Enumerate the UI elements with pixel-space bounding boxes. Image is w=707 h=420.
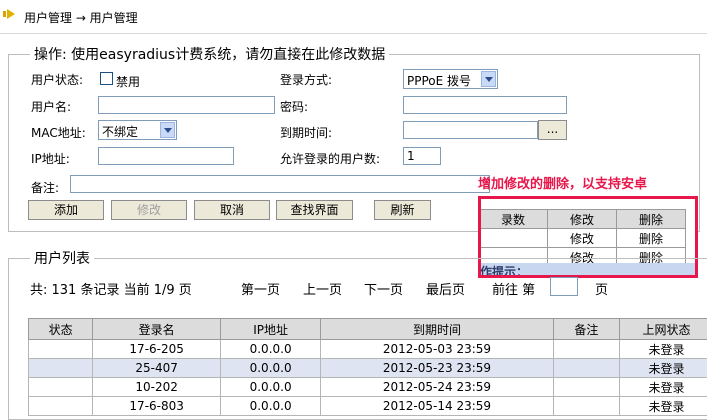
table-row[interactable]: 17-6-803 0.0.0.0 2012-05-14 23:59 未登录 <box>29 397 707 416</box>
search-view-button[interactable]: 查找界面 <box>276 200 353 220</box>
column-header: 备注 <box>553 319 619 340</box>
remark-label: 备注: <box>31 179 59 196</box>
expire-input[interactable] <box>403 121 538 139</box>
table-cell <box>553 378 619 397</box>
goto-label: 前往 第 <box>492 279 535 298</box>
table-cell <box>553 359 619 378</box>
table-cell: 17-6-803 <box>93 397 221 416</box>
table-cell <box>553 340 619 359</box>
expire-label: 到期时间: <box>280 124 332 141</box>
annotation-cell: 删除 <box>617 210 686 229</box>
password-label: 密码: <box>280 98 308 115</box>
column-header: 上网状态 <box>620 319 707 340</box>
table-cell: 未登录 <box>620 340 707 359</box>
chevron-down-icon <box>481 71 496 87</box>
login-mode-select[interactable]: PPPoE 拨号 <box>403 69 498 89</box>
table-cell: 25-407 <box>93 359 221 378</box>
table-cell <box>29 340 93 359</box>
mac-value: 不绑定 <box>102 125 138 139</box>
mac-label: MAC地址: <box>31 124 86 141</box>
login-mode-label: 登录方式: <box>280 71 332 88</box>
column-header: IP地址 <box>220 319 320 340</box>
add-button[interactable]: 添加 <box>28 200 104 220</box>
table-row[interactable]: 25-407 0.0.0.0 2012-05-23 23:59 未登录 <box>29 359 707 378</box>
table-cell: 2012-05-24 23:59 <box>321 378 553 397</box>
annotation-cell: 修改 <box>548 210 617 229</box>
table-cell: 17-6-205 <box>93 340 221 359</box>
table-cell <box>553 397 619 416</box>
annotation-cell <box>479 229 548 248</box>
table-row[interactable]: 17-6-205 0.0.0.0 2012-05-03 23:59 未登录 <box>29 340 707 359</box>
annotation-text: 增加修改的删除，以支持安卓 <box>478 173 647 192</box>
allowed-users-label: 允许登录的用户数: <box>280 150 380 167</box>
refresh-button[interactable]: 刷新 <box>374 200 431 220</box>
modify-button[interactable]: 修改 <box>111 200 187 220</box>
cancel-button[interactable]: 取消 <box>194 200 270 220</box>
column-header: 到期时间 <box>321 319 553 340</box>
table-cell: 未登录 <box>620 378 707 397</box>
disable-checkbox[interactable] <box>100 72 113 85</box>
breadcrumb: 用户管理 → 用户管理 <box>24 9 138 26</box>
remark-input[interactable] <box>70 175 490 193</box>
table-cell: 0.0.0.0 <box>220 397 320 416</box>
username-input[interactable] <box>98 96 275 114</box>
table-cell <box>29 378 93 397</box>
page-number-input[interactable] <box>550 277 578 296</box>
table-cell: 2012-05-03 23:59 <box>321 340 553 359</box>
page-suffix-label: 页 <box>595 279 608 298</box>
prev-page-link[interactable]: 上一页 <box>303 279 342 298</box>
operations-legend: 操作: 使用easyradius计费系统，请勿直接在此修改数据 <box>30 44 389 64</box>
disable-label: 禁用 <box>116 73 140 90</box>
user-list-legend: 用户列表 <box>30 248 94 268</box>
table-cell: 10-202 <box>93 378 221 397</box>
ip-label: IP地址: <box>31 150 70 167</box>
first-page-link[interactable]: 第一页 <box>241 279 280 298</box>
annotation-cell: 录数 <box>479 210 548 229</box>
table-cell: 未登录 <box>620 397 707 416</box>
column-header: 状态 <box>29 319 93 340</box>
allowed-users-input[interactable]: 1 <box>403 147 441 165</box>
table-cell: 0.0.0.0 <box>220 340 320 359</box>
user-table: 状态 登录名 IP地址 到期时间 备注 上网状态 17-6-205 0.0.0.… <box>28 318 707 416</box>
table-cell: 0.0.0.0 <box>220 359 320 378</box>
table-cell <box>29 359 93 378</box>
annotation-modify-link[interactable]: 修改 <box>548 229 617 248</box>
column-header: 登录名 <box>93 319 221 340</box>
table-cell: 未登录 <box>620 359 707 378</box>
chevron-down-icon <box>160 122 175 138</box>
table-row[interactable]: 10-202 0.0.0.0 2012-05-24 23:59 未登录 <box>29 378 707 397</box>
last-page-link[interactable]: 最后页 <box>426 279 465 298</box>
ip-input[interactable] <box>98 147 234 165</box>
username-label: 用户名: <box>31 98 71 115</box>
date-picker-button[interactable]: ... <box>538 120 567 140</box>
login-mode-value: PPPoE 拨号 <box>407 74 471 88</box>
mac-select[interactable]: 不绑定 <box>98 120 177 140</box>
arrow-right-icon <box>3 9 15 19</box>
user-status-label: 用户状态: <box>31 71 83 88</box>
table-cell: 2012-05-23 23:59 <box>321 359 553 378</box>
next-page-link[interactable]: 下一页 <box>364 279 403 298</box>
record-summary: 共: 131 条记录 当前 1/9 页 <box>30 279 192 298</box>
breadcrumb-bar: 用户管理 → 用户管理 <box>0 0 707 34</box>
password-input[interactable] <box>403 96 567 114</box>
table-cell <box>29 397 93 416</box>
table-cell: 2012-05-14 23:59 <box>321 397 553 416</box>
table-cell: 0.0.0.0 <box>220 378 320 397</box>
annotation-delete-link[interactable]: 删除 <box>617 229 686 248</box>
